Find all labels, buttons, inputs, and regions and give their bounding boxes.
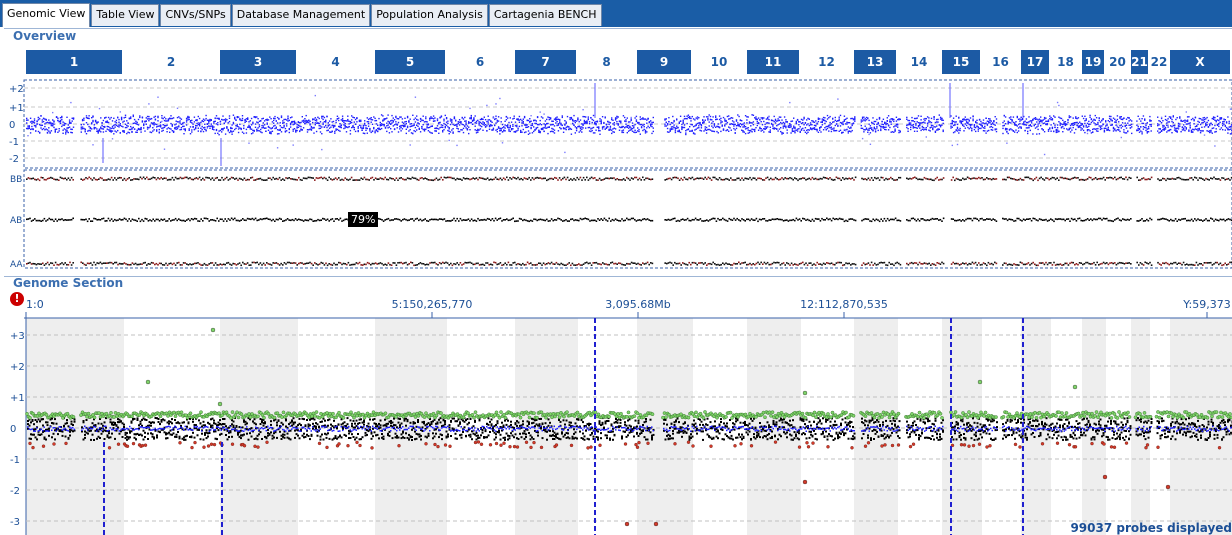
chromosome-band (1131, 318, 1150, 535)
y-tick-label: +2 (10, 362, 25, 373)
position-label: 3,095.68Mb (605, 298, 670, 311)
tab-population-analysis[interactable]: Population Analysis (371, 4, 488, 26)
probes-count: 99037 probes displayed (1070, 521, 1232, 535)
outlier-point (210, 327, 216, 333)
chromosome-7[interactable]: 7 (515, 50, 576, 74)
outlier-point (1102, 474, 1108, 480)
position-label: 1:0 (26, 298, 44, 311)
lrr-tick-label: -2 (9, 154, 19, 165)
overlay-percent-badge: 79% (348, 212, 379, 227)
chromosome-1[interactable]: 1 (26, 50, 122, 74)
y-tick-label: 0 (10, 424, 16, 435)
baf-points (26, 176, 1232, 267)
chromosome-13[interactable]: 13 (854, 50, 896, 74)
baf-tick-label: AB (10, 216, 22, 226)
lrr-tick-label: +2 (9, 84, 24, 95)
outlier-point (977, 379, 983, 385)
chromosome-band (1082, 318, 1106, 535)
tab-genomic-view[interactable]: Genomic View (2, 3, 91, 27)
outlier-point (802, 390, 808, 396)
outlier-point (1165, 484, 1171, 490)
baf-tick-label: BB (10, 175, 22, 185)
chromosome-18[interactable]: 18 (1051, 50, 1080, 74)
divider (4, 276, 1232, 277)
tab-bar: Genomic View Table View CNVs/SNPs Databa… (0, 0, 1232, 27)
chromosome-band (637, 318, 693, 535)
outlier-point (802, 479, 808, 485)
outlier-point (653, 521, 659, 527)
tab-database-management[interactable]: Database Management (231, 4, 371, 26)
probe-points (25, 327, 1232, 527)
tab-cartagenia-bench[interactable]: Cartagenia BENCH (488, 4, 602, 26)
y-tick-label: +3 (10, 331, 25, 342)
chromosome-20[interactable]: 20 (1106, 50, 1129, 74)
outlier-point (624, 521, 630, 527)
y-tick-label: +1 (10, 393, 25, 404)
lrr-tick-label: +1 (9, 103, 24, 114)
y-tick-label: -3 (10, 517, 20, 528)
chromosome-selector: 1 2 3 4 5 6 7 8 9 10 11 12 13 14 15 16 17 18 19 20 21 22 X (26, 50, 1232, 74)
y-tick-label: -1 (10, 455, 20, 466)
chromosome-3[interactable]: 3 (220, 50, 296, 74)
chromosome-band (26, 318, 124, 535)
tab-cnvs-snps[interactable]: CNVs/SNPs (160, 4, 231, 26)
position-label: 12:112,870,535 (800, 298, 888, 311)
position-label: 5:150,265,770 (392, 298, 473, 311)
chromosome-12[interactable]: 12 (801, 50, 852, 74)
outlier-point (217, 401, 223, 407)
chromosome-16[interactable]: 16 (982, 50, 1019, 74)
genome-section-title: Genome Section (13, 276, 124, 290)
chromosome-22[interactable]: 22 (1150, 50, 1168, 74)
chromosome-17[interactable]: 17 (1021, 50, 1049, 74)
y-tick-label: -2 (10, 486, 20, 497)
chromosome-9[interactable]: 9 (637, 50, 691, 74)
baf-tick-label: AA (10, 260, 23, 270)
divider (4, 28, 1232, 29)
position-label: Y:59,373 (1182, 298, 1230, 311)
chromosome-6[interactable]: 6 (447, 50, 513, 74)
overview-plot[interactable]: +2 +1 0 -1 -2 BB AB AA (0, 78, 1232, 270)
chromosome-15[interactable]: 15 (942, 50, 980, 74)
lrr-tick-label: -1 (9, 137, 19, 148)
chromosome-band (942, 318, 982, 535)
chromosome-5[interactable]: 5 (375, 50, 445, 74)
overview-title: Overview (13, 29, 77, 43)
chromosome-21[interactable]: 21 (1131, 50, 1148, 74)
outlier-point (1072, 384, 1078, 390)
chromosome-14[interactable]: 14 (898, 50, 940, 74)
tab-table-view[interactable]: Table View (91, 4, 160, 26)
genome-section-plot[interactable]: 1:0 5:150,265,770 3,095.68Mb 12:112,870,535… (0, 292, 1232, 535)
chromosome-2[interactable]: 2 (124, 50, 218, 74)
chromosome-11[interactable]: 11 (747, 50, 799, 74)
chromosome-19[interactable]: 19 (1082, 50, 1104, 74)
chromosome-x[interactable]: X (1170, 50, 1230, 74)
chromosome-8[interactable]: 8 (578, 50, 635, 74)
chromosome-10[interactable]: 10 (693, 50, 745, 74)
outlier-point (145, 379, 151, 385)
tab-strip: Genomic View Table View CNVs/SNPs Databa… (2, 3, 603, 27)
chromosome-4[interactable]: 4 (298, 50, 373, 74)
lrr-tick-label: 0 (9, 120, 15, 131)
